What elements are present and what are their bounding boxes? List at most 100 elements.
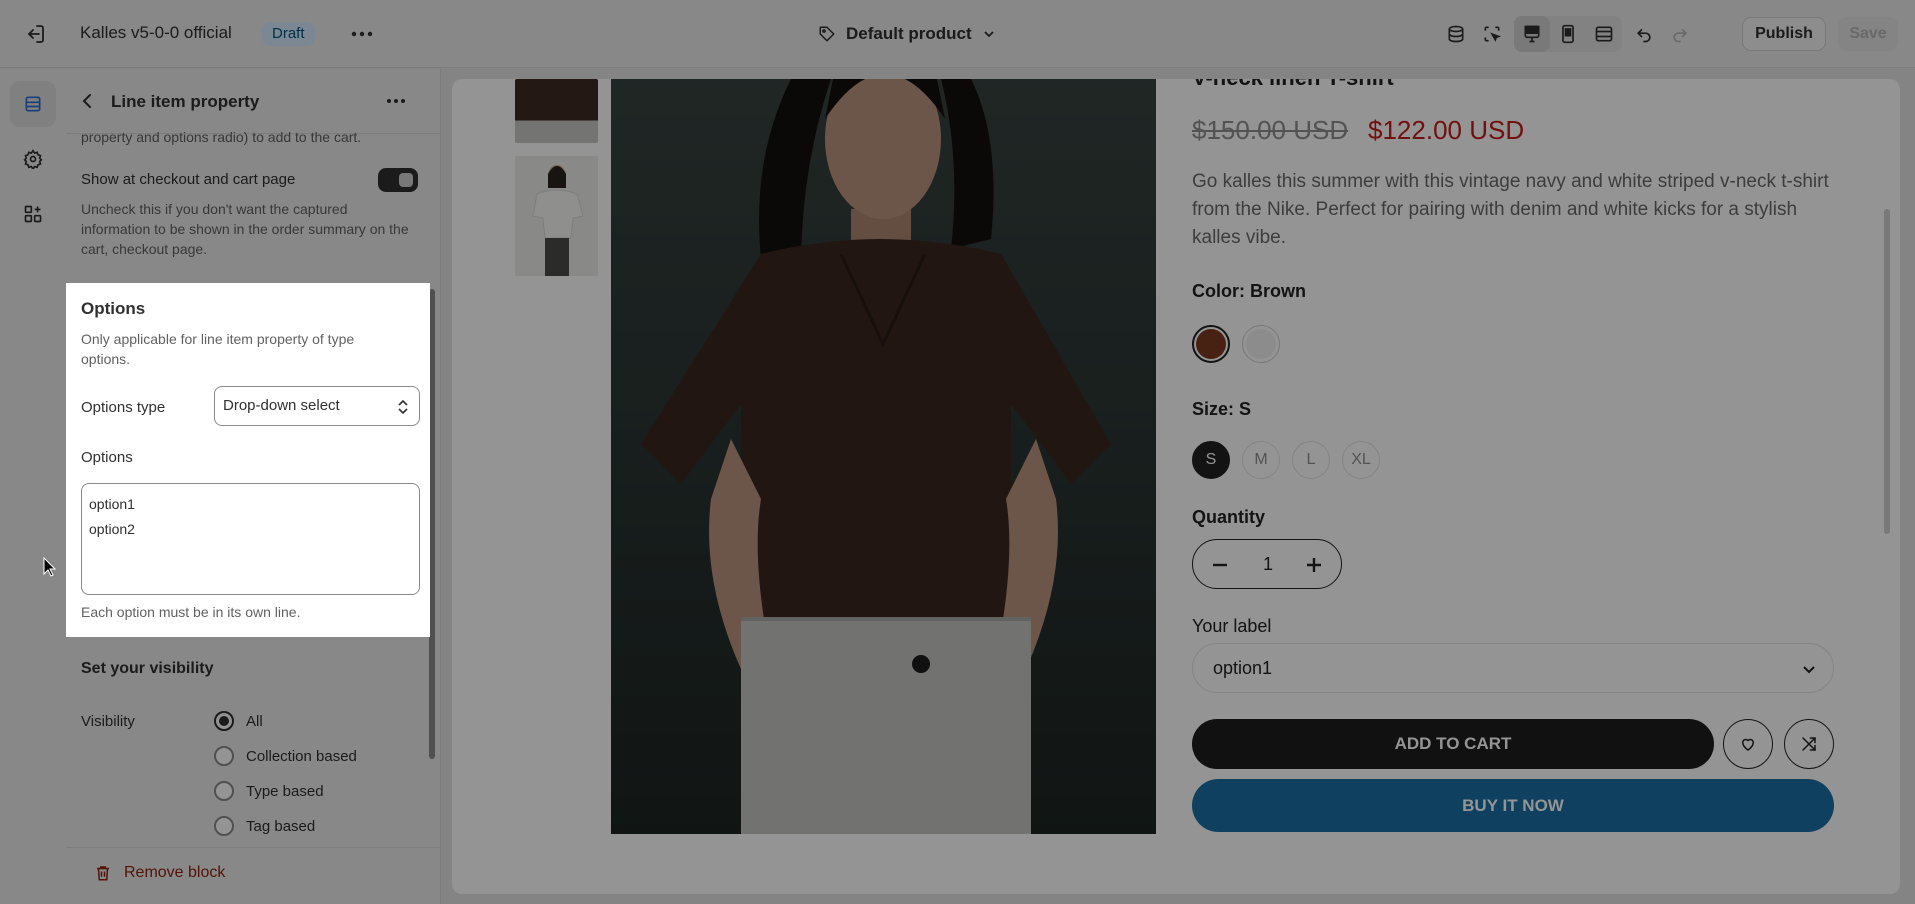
options-type-label: Options type bbox=[81, 399, 166, 416]
chevron-down-icon bbox=[1801, 661, 1817, 677]
heart-icon bbox=[1739, 735, 1757, 753]
fullscreen-icon bbox=[1594, 24, 1614, 44]
options-type-value: Drop-down select bbox=[223, 397, 340, 414]
options-textarea[interactable]: option1 option2 bbox=[81, 483, 420, 595]
editor-rail bbox=[0, 69, 66, 904]
panel-title: Line item property bbox=[111, 92, 260, 111]
compare-price: $150.00 USD bbox=[1192, 115, 1349, 145]
template-name: Default product bbox=[846, 24, 972, 43]
product-description: Go kalles this summer with this vintage … bbox=[1192, 171, 1829, 248]
option-line: option1 bbox=[89, 496, 135, 512]
mobile-view-button[interactable] bbox=[1550, 16, 1586, 52]
swatch-color bbox=[1246, 329, 1276, 359]
sale-price: $122.00 USD bbox=[1368, 115, 1525, 145]
add-to-cart-button[interactable]: ADD TO CART bbox=[1192, 719, 1714, 769]
back-arrow-icon[interactable] bbox=[76, 89, 100, 113]
chevron-down-icon bbox=[982, 27, 996, 41]
visibility-option-label: All bbox=[246, 712, 263, 730]
undo-icon bbox=[1634, 24, 1654, 44]
remove-block-button[interactable]: Remove block bbox=[94, 864, 225, 882]
preview-scrollbar[interactable] bbox=[1884, 209, 1890, 534]
visibility-option-tag[interactable]: Tag based bbox=[214, 814, 315, 838]
radio-button[interactable] bbox=[214, 816, 234, 836]
custom-property-label: Your label bbox=[1192, 616, 1272, 636]
size-option-xl[interactable]: XL bbox=[1342, 441, 1380, 479]
undo-button[interactable] bbox=[1626, 16, 1662, 52]
mobile-icon bbox=[1558, 24, 1578, 44]
mouse-cursor-icon bbox=[43, 557, 57, 577]
sections-icon bbox=[23, 94, 43, 114]
size-label: Size: S bbox=[1192, 399, 1252, 419]
wishlist-button[interactable] bbox=[1723, 719, 1773, 769]
more-options-icon[interactable] bbox=[382, 88, 410, 114]
quantity-stepper: 1 bbox=[1192, 539, 1342, 589]
size-option-m[interactable]: M bbox=[1242, 441, 1280, 479]
product-title: V-neck linen T-shirt bbox=[1192, 79, 1394, 91]
redo-button[interactable] bbox=[1662, 16, 1698, 52]
visibility-option-type[interactable]: Type based bbox=[214, 779, 324, 803]
visibility-option-label: Type based bbox=[246, 782, 324, 800]
intro-text: property and options radio) to add to th… bbox=[81, 129, 362, 145]
plus-icon[interactable] bbox=[1302, 553, 1326, 577]
fullscreen-view-button[interactable] bbox=[1586, 16, 1622, 52]
storefront-preview: V-neck linen T-shirt $150.00 USD $122.00… bbox=[452, 79, 1900, 894]
options-help-text: Each option must be in its own line. bbox=[81, 604, 301, 620]
visibility-option-all[interactable]: All bbox=[214, 709, 263, 733]
inspector-button[interactable] bbox=[1474, 16, 1510, 52]
publish-button[interactable]: Publish bbox=[1742, 17, 1826, 51]
gear-icon bbox=[23, 149, 43, 169]
color-swatch-brown[interactable] bbox=[1192, 325, 1230, 363]
visibility-option-label: Collection based bbox=[246, 747, 357, 765]
product-main-image[interactable] bbox=[611, 79, 1156, 834]
save-button[interactable]: Save bbox=[1838, 17, 1898, 51]
visibility-label: Visibility bbox=[81, 713, 135, 730]
compare-button[interactable] bbox=[1784, 719, 1834, 769]
size-option-l[interactable]: L bbox=[1292, 441, 1330, 479]
option-line: option2 bbox=[89, 521, 135, 537]
show-checkout-help: Uncheck this if you don't want the captu… bbox=[81, 201, 409, 257]
thumbnail-image[interactable] bbox=[515, 79, 598, 143]
size-option-s[interactable]: S bbox=[1192, 441, 1230, 479]
thumbnail-image[interactable] bbox=[515, 156, 598, 276]
toolbar-right bbox=[1438, 16, 1698, 52]
swatch-color bbox=[1196, 329, 1226, 359]
radio-button[interactable] bbox=[214, 781, 234, 801]
database-icon bbox=[1446, 24, 1466, 44]
buy-now-button[interactable]: BUY IT NOW bbox=[1192, 779, 1834, 832]
status-badge: Draft bbox=[262, 22, 315, 46]
shuffle-icon bbox=[1800, 735, 1818, 753]
show-checkout-label: Show at checkout and cart page bbox=[81, 171, 296, 188]
options-card-description: Only applicable for line item property o… bbox=[81, 331, 355, 367]
apps-icon bbox=[23, 204, 43, 224]
ai-tools-button[interactable] bbox=[1438, 16, 1474, 52]
color-swatch-white[interactable] bbox=[1242, 325, 1280, 363]
options-card-highlight: Options Only applicable for line item pr… bbox=[66, 283, 430, 637]
divider bbox=[66, 847, 441, 848]
more-actions-icon[interactable] bbox=[348, 20, 376, 48]
sections-button[interactable] bbox=[10, 81, 56, 127]
panel-header: Line item property bbox=[66, 69, 441, 133]
radio-button[interactable] bbox=[214, 746, 234, 766]
theme-settings-button[interactable] bbox=[10, 136, 56, 182]
radio-button[interactable] bbox=[214, 711, 234, 731]
custom-property-select[interactable]: option1 bbox=[1192, 643, 1834, 693]
redo-icon bbox=[1670, 24, 1690, 44]
tag-icon bbox=[818, 25, 836, 43]
options-label: Options bbox=[81, 449, 133, 466]
inspect-icon bbox=[1482, 24, 1502, 44]
store-name: Kalles v5-0-0 official bbox=[80, 23, 232, 42]
show-checkout-toggle[interactable] bbox=[378, 168, 418, 192]
quantity-label: Quantity bbox=[1192, 507, 1266, 527]
visibility-option-collection[interactable]: Collection based bbox=[214, 744, 357, 768]
apps-button[interactable] bbox=[10, 191, 56, 237]
device-toggle-group bbox=[1514, 16, 1622, 52]
exit-icon[interactable] bbox=[22, 22, 48, 46]
visibility-title: Set your visibility bbox=[81, 660, 214, 677]
visibility-option-label: Tag based bbox=[246, 817, 316, 835]
desktop-view-button[interactable] bbox=[1514, 16, 1550, 52]
options-type-select[interactable]: Drop-down select bbox=[214, 386, 420, 426]
remove-block-label: Remove block bbox=[124, 864, 226, 881]
template-selector[interactable]: Default product bbox=[818, 18, 996, 50]
options-card-title: Options bbox=[81, 299, 146, 318]
editor-topbar: Kalles v5-0-0 official Draft Default pro… bbox=[0, 0, 1915, 68]
